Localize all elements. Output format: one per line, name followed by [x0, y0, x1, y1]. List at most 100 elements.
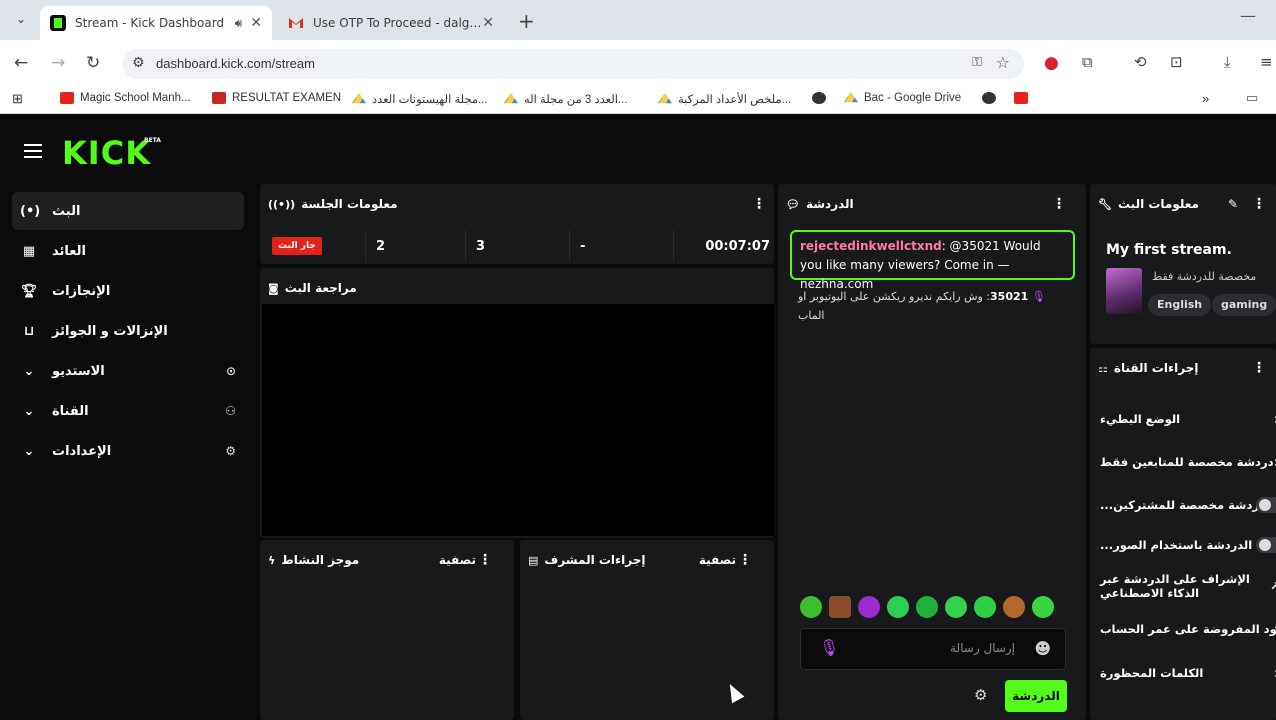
bookmark-label: العدد 3 من مجلة اله... [524, 94, 628, 106]
kick-logo[interactable]: KICK [62, 134, 151, 172]
subscribers-only-toggle[interactable] [1256, 497, 1276, 513]
mic-icon[interactable]: 🎙︎ [819, 638, 839, 657]
action-slow-mode[interactable]: الوضع البطيء › [1100, 410, 1276, 428]
action-subscribers-only[interactable]: ...الدردشة مخصصة للمشتركين [1100, 497, 1276, 513]
emote-icon[interactable] [829, 596, 851, 618]
tag-chip[interactable]: English [1148, 294, 1212, 316]
emote-icon[interactable] [1032, 596, 1054, 618]
live-badge: جار البث [272, 237, 322, 255]
action-label: ...الدردشة باستخدام الصور [1100, 538, 1253, 552]
menu-icon[interactable]: ≡ [1260, 53, 1273, 71]
kebab-menu-icon[interactable]: ⋮ [752, 196, 766, 212]
stat-viewers: 2 [366, 230, 466, 262]
panel-title: الدردشة [805, 197, 854, 211]
bookmark-item[interactable]: مجلة الهيستونات العدد... [352, 92, 488, 106]
hamburger-menu-icon[interactable] [24, 144, 42, 158]
tab-search-chevron-icon[interactable]: ⌄ [12, 12, 30, 28]
channel-actions-icon: ⚏ [1098, 361, 1108, 375]
emote-icon[interactable] [800, 596, 822, 618]
panel-header: ((•)) معلومات الجلسة ⋮ [268, 194, 766, 214]
emote-icon[interactable] [858, 596, 880, 618]
chat-message-input[interactable]: 🎙︎ إرسال رسالة ☻ [800, 628, 1066, 670]
action-account-age[interactable]: قيود المفروضة على عمر الحساب › [1100, 620, 1276, 638]
filter-button[interactable]: تصفية [699, 553, 736, 567]
globe-icon [812, 92, 826, 104]
emote-icon[interactable] [916, 596, 938, 618]
kebab-menu-icon[interactable]: ⋮ [1252, 360, 1266, 376]
chat-message[interactable]: 🎙︎ 35021: وش رايكم نديرو ريكشن على اليوت… [798, 287, 1068, 325]
action-banned-words[interactable]: الكلمات المحظورة › [1100, 664, 1276, 682]
chat-username[interactable]: rejectedinkwellctxnd [800, 239, 942, 253]
emotes-only-toggle[interactable] [1256, 537, 1276, 553]
bookmark-item[interactable]: العدد 3 من مجلة اله... [504, 92, 628, 106]
password-key-icon[interactable]: ⚿ [972, 55, 982, 70]
bookmark-item[interactable]: Magic School Manh... [60, 92, 191, 104]
emote-icon[interactable] [974, 596, 996, 618]
new-tab-button[interactable]: + [518, 9, 535, 33]
sidebar-item-channel[interactable]: ⌄ القناة ⚇ [12, 392, 244, 430]
sidebar-item-achievements[interactable]: 🏆︎ الإنجازات [12, 272, 244, 310]
lightning-icon: ϟ [268, 553, 276, 567]
bookmark-item[interactable] [1014, 92, 1034, 104]
emote-icon[interactable] [887, 596, 909, 618]
bookmark-item[interactable]: Bac - Google Drive [844, 92, 961, 104]
panel-title: إجراءات المشرف [544, 553, 646, 567]
kebab-menu-icon[interactable]: ⋮ [1252, 196, 1266, 212]
sidebar-item-studio[interactable]: ⌄ الاستديو ⊙ [12, 352, 244, 390]
sidebar-item-revenue[interactable]: ▦ العائد [12, 232, 244, 270]
action-label: الكلمات المحظورة [1100, 666, 1204, 680]
action-label: دردشة مخصصة للمتابعين فقط [1100, 455, 1274, 469]
speaker-icon[interactable]: 🔊︎ [235, 16, 243, 31]
kebab-menu-icon[interactable]: ⋮ [1052, 196, 1066, 212]
action-followers-only[interactable]: دردشة مخصصة للمتابعين فقط › [1100, 453, 1276, 471]
reload-icon[interactable]: ↻ [86, 53, 100, 73]
forward-arrow-icon[interactable]: → [51, 53, 65, 73]
bookmark-item[interactable] [982, 92, 1002, 104]
folder-icon[interactable]: ▭ [1246, 90, 1258, 106]
site-info-icon[interactable]: ⚙ [132, 55, 145, 71]
sidebar-item-label: الإنزالات و الجوائز [52, 323, 168, 339]
close-tab-icon[interactable]: ✕ [482, 15, 494, 31]
emote-icon[interactable] [945, 596, 967, 618]
kebab-menu-icon[interactable]: ⋮ [738, 552, 752, 568]
panel-header: 🔧︎ معلومات البث ✎ ⋮ [1098, 194, 1268, 214]
tab-kick-dashboard[interactable]: Stream - Kick Dashboard 🔊︎ ✕ [40, 6, 272, 40]
tag-chip[interactable]: gaming [1212, 294, 1276, 316]
filter-button[interactable]: تصفية [439, 553, 476, 567]
back-arrow-icon[interactable]: ← [14, 53, 28, 73]
edit-pencil-icon[interactable]: ✎ [1228, 197, 1238, 211]
chat-username[interactable]: 35021 [990, 290, 1028, 303]
close-tab-icon[interactable]: ✕ [250, 15, 262, 31]
chat-message-highlighted[interactable]: rejectedinkwellctxnd: @35021 Would you l… [790, 230, 1075, 291]
sidebar-item-drops[interactable]: ⊔ الإنزالات و الجوائز [12, 312, 244, 350]
send-chat-button[interactable]: الدردشة [1005, 680, 1067, 712]
kebab-menu-icon[interactable]: ⋮ [478, 552, 492, 568]
sidebar-item-stream[interactable]: (•) البث [12, 192, 244, 230]
action-emotes-only[interactable]: ...الدردشة باستخدام الصور [1100, 537, 1276, 553]
apps-grid-icon[interactable]: ⊞ [12, 91, 23, 107]
sidebar-item-label: الإنجازات [52, 283, 111, 299]
emote-icon[interactable] [1003, 596, 1025, 618]
stream-preview-video[interactable] [262, 304, 774, 536]
omnibox[interactable]: ⚙ dashboard.kick.com/stream ⚿ ☆ [122, 49, 1024, 79]
bookmark-item[interactable] [812, 92, 832, 104]
opera-extension-icon[interactable]: ● [1044, 53, 1059, 73]
emoji-icon[interactable]: ☻ [1034, 639, 1051, 658]
tab-otp[interactable]: Use OTP To Proceed - dalgerie ✕ [278, 6, 504, 40]
download-icon[interactable]: ⤓ [1224, 53, 1231, 71]
screenshot-icon[interactable]: ⊡ [1170, 53, 1183, 71]
minimize-icon[interactable]: — [1240, 6, 1256, 25]
bookmark-star-icon[interactable]: ☆ [996, 53, 1010, 72]
sidebar-item-settings[interactable]: ⌄ الإعدادات ⚙ [12, 432, 244, 470]
stream-thumbnail [1106, 268, 1142, 314]
history-icon[interactable]: ⟲ [1134, 53, 1147, 71]
bookmark-item[interactable]: ملخص الأعداد المركبة... [658, 92, 791, 106]
preview-icon: ◙ [268, 281, 279, 295]
extensions-puzzle-icon[interactable]: ⧉ [1082, 53, 1093, 71]
sidebar-item-label: القناة [52, 403, 89, 419]
chat-settings-gear-icon[interactable]: ⚙ [974, 686, 987, 704]
action-ai-moderation[interactable]: الإشراف على الدردشة عبر الذكاء الاصطناعي… [1100, 572, 1276, 600]
bookmark-item[interactable]: RESULTAT EXAMEN [212, 92, 341, 104]
more-bookmarks-icon[interactable]: » [1202, 91, 1209, 106]
url-text[interactable]: dashboard.kick.com/stream [156, 56, 315, 71]
